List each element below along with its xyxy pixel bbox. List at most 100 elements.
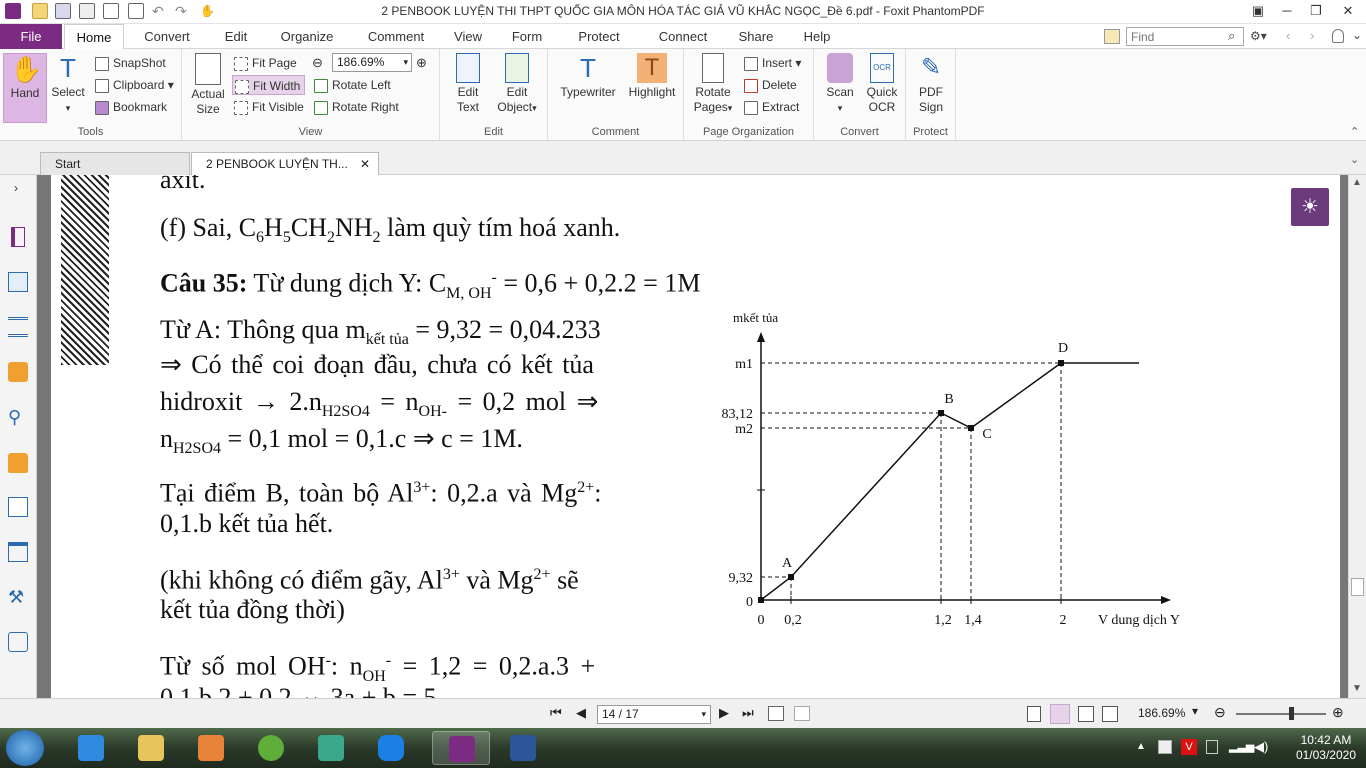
continuous-view-icon[interactable]: [1050, 704, 1070, 724]
fit-page-button[interactable]: Fit Page: [234, 53, 297, 73]
tab-form[interactable]: Form: [505, 24, 549, 49]
facing-view-icon[interactable]: [1078, 706, 1094, 722]
last-page-button[interactable]: ⏭: [742, 705, 754, 721]
typewriter-button[interactable]: T Typewriter: [556, 53, 620, 100]
previous-view-icon[interactable]: [768, 706, 784, 721]
highlight-button[interactable]: T Highlight: [624, 53, 680, 100]
taskbar-word[interactable]: [494, 731, 552, 765]
tab-organize[interactable]: Organize: [272, 24, 342, 49]
single-page-view-icon[interactable]: [1027, 706, 1041, 722]
destinations-panel-icon[interactable]: [8, 632, 28, 652]
pdf-sign-button[interactable]: ✎ PDF Sign: [910, 53, 952, 115]
taskbar-explorer[interactable]: [122, 731, 180, 765]
fit-width-button[interactable]: Fit Width: [232, 75, 306, 95]
hand-tool-button[interactable]: ✋ Hand: [3, 53, 47, 123]
zoom-in-icon[interactable]: ⊕: [416, 55, 427, 71]
rotate-pages-button[interactable]: Rotate Pages▾: [688, 53, 738, 116]
extract-button[interactable]: Extract: [744, 97, 799, 117]
scroll-up-icon[interactable]: ▲: [1352, 177, 1362, 188]
minimize-button[interactable]: ─: [1276, 2, 1298, 20]
scroll-thumb[interactable]: [1351, 578, 1364, 596]
zoom-slider[interactable]: [1236, 713, 1326, 715]
quick-ocr-button[interactable]: OCR Quick OCR: [862, 53, 902, 115]
file-menu-button[interactable]: File: [0, 24, 62, 49]
signal-icon[interactable]: ▂▃▅: [1229, 740, 1254, 753]
tab-current-document[interactable]: 2 PENBOOK LUYỆN TH... ✕: [191, 152, 379, 175]
taskbar-coccoc[interactable]: [242, 731, 300, 765]
tab-start[interactable]: Start: [40, 152, 190, 175]
antivirus-icon[interactable]: V: [1181, 739, 1197, 755]
security-lock-icon[interactable]: [8, 453, 28, 473]
next-view-icon[interactable]: [794, 706, 810, 721]
taskbar-foxit[interactable]: [432, 731, 490, 765]
bookmark-button[interactable]: Bookmark: [95, 97, 167, 117]
previous-page-button[interactable]: ◀: [576, 705, 586, 721]
back-icon[interactable]: ‹: [1286, 28, 1290, 43]
tab-help[interactable]: Help: [799, 24, 835, 49]
delete-button[interactable]: Delete: [744, 75, 797, 95]
tab-connect[interactable]: Connect: [651, 24, 715, 49]
attachments-panel-icon[interactable]: ⚲: [8, 407, 28, 427]
expand-panel-icon[interactable]: ›: [14, 181, 18, 195]
find-options-icon[interactable]: [1104, 29, 1120, 44]
signatures-panel-icon[interactable]: [8, 497, 28, 517]
clipboard-button[interactable]: Clipboard ▾: [95, 75, 174, 95]
first-page-button[interactable]: ⏮: [550, 705, 562, 721]
pages-panel-icon[interactable]: [8, 272, 28, 292]
snapshot-button[interactable]: SnapShot: [95, 53, 166, 73]
comments-panel-icon[interactable]: [8, 362, 28, 382]
tab-edit[interactable]: Edit: [214, 24, 258, 49]
taskbar-ie[interactable]: [62, 731, 120, 765]
gear-icon[interactable]: ⚙▾: [1250, 29, 1267, 43]
tab-share[interactable]: Share: [735, 24, 777, 49]
tray-expand-icon[interactable]: ▲: [1136, 741, 1146, 752]
network-flag-icon[interactable]: [1158, 740, 1172, 754]
document-view[interactable]: axit. (f) Sai, C6H5CH2NH2 làm quỳ tím ho…: [37, 175, 1348, 698]
search-icon[interactable]: ⌕: [1228, 28, 1235, 44]
user-icon[interactable]: [1332, 29, 1344, 43]
page-number-input[interactable]: 14 / 17 ▾: [597, 705, 711, 724]
vertical-scrollbar[interactable]: ▲ ▼: [1348, 175, 1366, 698]
chevron-down-icon[interactable]: ⌄: [1352, 28, 1362, 42]
edit-object-button[interactable]: Edit Object▾: [492, 53, 542, 116]
bookmarks-panel-icon[interactable]: [11, 227, 25, 247]
actual-size-button[interactable]: Actual Size: [188, 53, 228, 117]
content-panel-icon[interactable]: [8, 542, 28, 562]
ribbon-options-icon[interactable]: ▣: [1247, 2, 1269, 20]
maximize-button[interactable]: ❐: [1305, 2, 1327, 20]
layers-panel-icon[interactable]: [8, 317, 28, 337]
zoom-out-icon[interactable]: ⊖: [312, 55, 323, 71]
taskbar-app[interactable]: [302, 731, 360, 765]
rotate-right-button[interactable]: Rotate Right: [314, 97, 399, 117]
tab-comment[interactable]: Comment: [358, 24, 434, 49]
zoom-slider-thumb[interactable]: [1289, 707, 1294, 720]
status-zoom-out-icon[interactable]: ⊖: [1214, 704, 1226, 721]
scan-button[interactable]: Scan ▾: [820, 53, 860, 116]
taskbar-zalo[interactable]: [362, 731, 420, 765]
fit-visible-button[interactable]: Fit Visible: [234, 97, 304, 117]
lightbulb-icon[interactable]: ☀: [1291, 188, 1329, 226]
zoom-select[interactable]: 186.69% ▾: [332, 53, 412, 72]
tab-protect[interactable]: Protect: [570, 24, 628, 49]
volume-icon[interactable]: ◀): [1254, 739, 1268, 755]
forward-icon[interactable]: ›: [1310, 28, 1314, 43]
tab-view[interactable]: View: [447, 24, 489, 49]
usb-icon[interactable]: [1206, 740, 1218, 754]
collapse-ribbon-icon[interactable]: ⌃: [1350, 125, 1359, 138]
find-input[interactable]: [1126, 27, 1244, 46]
edit-text-button[interactable]: Edit Text: [446, 53, 490, 115]
rotate-left-button[interactable]: Rotate Left: [314, 75, 391, 95]
clock[interactable]: 10:42 AM 01/03/2020: [1296, 733, 1356, 763]
status-zoom-in-icon[interactable]: ⊕: [1332, 704, 1344, 721]
taskbar-media[interactable]: [182, 731, 240, 765]
tab-home[interactable]: Home: [64, 24, 124, 49]
next-page-button[interactable]: ▶: [719, 705, 729, 721]
close-button[interactable]: ✕: [1337, 2, 1359, 20]
tabs-dropdown-icon[interactable]: ⌄: [1350, 153, 1359, 166]
tab-convert[interactable]: Convert: [136, 24, 198, 49]
start-button[interactable]: [6, 730, 44, 766]
insert-button[interactable]: Insert ▾: [744, 53, 801, 73]
select-tool-button[interactable]: T Select ▾: [48, 53, 88, 116]
close-tab-icon[interactable]: ✕: [360, 153, 370, 175]
continuous-facing-view-icon[interactable]: [1102, 706, 1118, 722]
